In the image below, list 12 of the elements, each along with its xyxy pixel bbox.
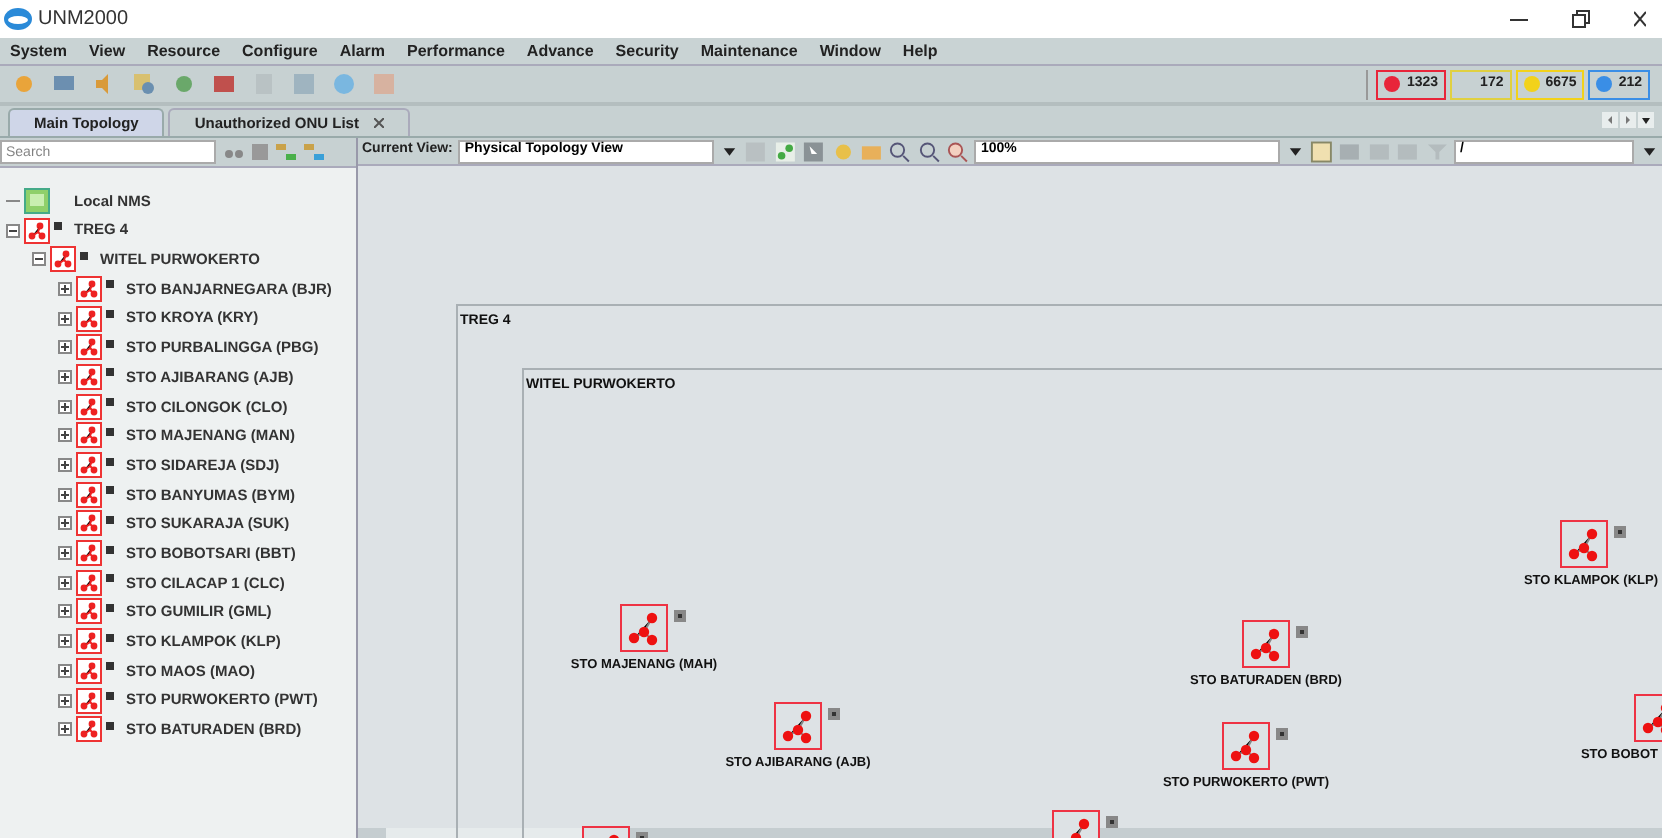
menu-item[interactable]: Window <box>819 39 881 63</box>
menu-item[interactable]: Maintenance <box>700 39 798 63</box>
window-title: UNM2000 <box>38 6 129 34</box>
menu-item[interactable]: Advance <box>526 39 594 63</box>
menu-item[interactable]: View <box>88 39 126 63</box>
menu-item[interactable]: Performance <box>407 39 505 63</box>
menu-item[interactable]: Help <box>902 39 938 63</box>
menu-item[interactable]: Security <box>615 39 679 63</box>
menu-item[interactable]: System <box>10 39 67 63</box>
menu-item[interactable]: Configure <box>242 39 318 63</box>
menu-item[interactable]: Resource <box>147 39 221 63</box>
menu-item[interactable]: Alarm <box>339 39 385 63</box>
